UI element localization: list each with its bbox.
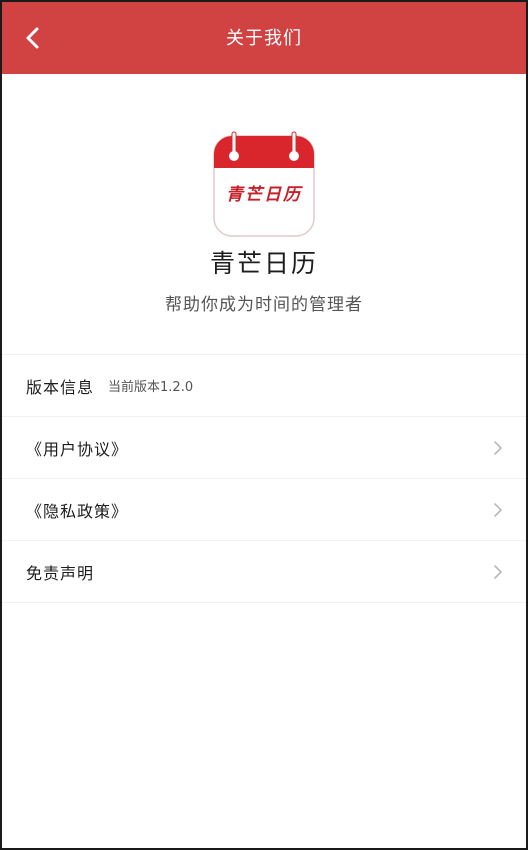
chevron-right-icon bbox=[492, 501, 504, 519]
chevron-right-icon bbox=[492, 563, 504, 581]
top-app-bar: 关于我们 bbox=[2, 2, 526, 74]
disclaimer-label: 免责声明 bbox=[26, 563, 95, 583]
user-agreement-row[interactable]: 《用户协议》 bbox=[2, 417, 526, 479]
chevron-right-icon bbox=[492, 439, 504, 457]
app-slogan: 帮助你成为时间的管理者 bbox=[165, 295, 363, 315]
user-agreement-label: 《用户协议》 bbox=[26, 439, 129, 459]
version-info-label: 版本信息 bbox=[26, 377, 95, 397]
version-info-row: 版本信息 当前版本1.2.0 bbox=[2, 355, 526, 417]
about-page: 关于我们 青芒日历 青芒日历 帮助你成为时间的管理者 版本信息 当前版本1.2.… bbox=[0, 0, 528, 850]
version-info-value: 当前版本1.2.0 bbox=[108, 380, 194, 395]
app-logo: 青芒日历 bbox=[212, 128, 316, 238]
privacy-policy-label: 《隐私政策》 bbox=[26, 501, 129, 521]
settings-list: 版本信息 当前版本1.2.0 《用户协议》 《隐私政策》 免责声明 bbox=[2, 354, 526, 603]
privacy-policy-row[interactable]: 《隐私政策》 bbox=[2, 479, 526, 541]
disclaimer-row[interactable]: 免责声明 bbox=[2, 541, 526, 603]
logo-text: 青芒日历 bbox=[226, 185, 302, 205]
page-title: 关于我们 bbox=[226, 28, 302, 49]
app-name: 青芒日历 bbox=[209, 249, 318, 278]
